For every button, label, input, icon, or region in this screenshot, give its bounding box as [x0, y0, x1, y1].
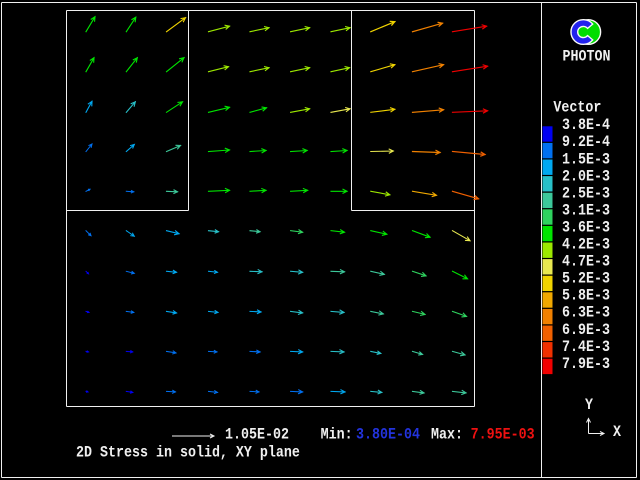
svg-text:5.2E-3: 5.2E-3 [562, 271, 610, 288]
svg-text:2.0E-3: 2.0E-3 [562, 168, 610, 185]
svg-text:4.7E-3: 4.7E-3 [562, 254, 610, 271]
svg-text:3.1E-3: 3.1E-3 [562, 203, 610, 220]
svg-text:Vector: Vector [553, 100, 601, 117]
svg-text:2D Stress in solid, XY plane: 2D Stress in solid, XY plane [76, 445, 300, 462]
svg-text:3.6E-3: 3.6E-3 [562, 220, 610, 237]
svg-text:Y: Y [585, 397, 593, 414]
svg-text:7.4E-3: 7.4E-3 [562, 339, 610, 356]
svg-text:PHOTON: PHOTON [563, 49, 611, 66]
svg-text:5.8E-3: 5.8E-3 [562, 288, 610, 305]
svg-text:7.95E-03: 7.95E-03 [471, 427, 535, 444]
svg-text:6.3E-3: 6.3E-3 [562, 305, 610, 322]
svg-text:Max:: Max: [431, 427, 463, 444]
svg-text:7.9E-3: 7.9E-3 [562, 356, 610, 373]
svg-text:3.80E-04: 3.80E-04 [356, 427, 420, 444]
svg-text:3.8E-4: 3.8E-4 [562, 117, 610, 134]
svg-text:6.9E-3: 6.9E-3 [562, 322, 610, 339]
svg-text:1.5E-3: 1.5E-3 [562, 151, 610, 168]
svg-text:4.2E-3: 4.2E-3 [562, 237, 610, 254]
svg-text:9.2E-4: 9.2E-4 [562, 134, 610, 151]
svg-text:1.05E-02: 1.05E-02 [225, 427, 289, 444]
svg-text:X: X [613, 424, 621, 441]
svg-text:2.5E-3: 2.5E-3 [562, 185, 610, 202]
svg-text:Min:: Min: [321, 427, 353, 444]
